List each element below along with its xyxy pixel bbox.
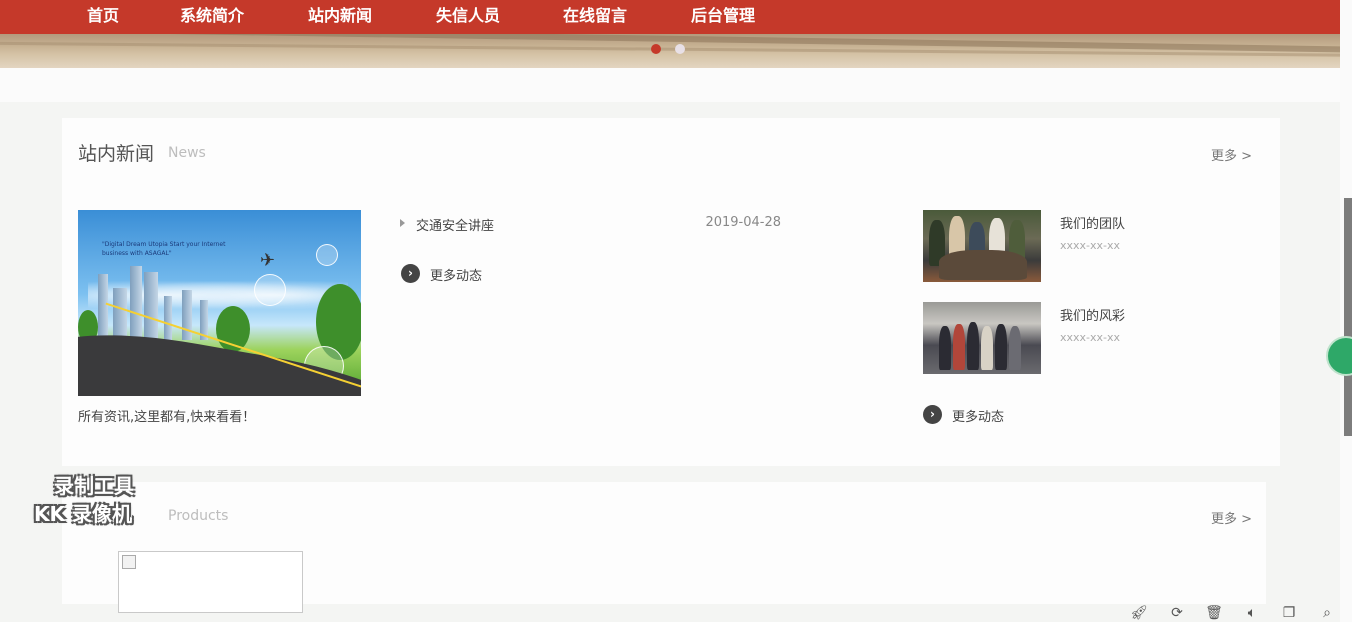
news-list-item[interactable]: 交通安全讲座 2019-04-28 — [400, 214, 781, 234]
page-spacer — [0, 68, 1340, 102]
photo-news-title-1[interactable]: 我们的团队 — [1060, 213, 1125, 232]
news-more-link[interactable]: 更多 > — [1211, 145, 1252, 164]
nav-item-admin[interactable]: 后台管理 — [691, 0, 755, 34]
photo-news-date-1: xxxx-xx-xx — [1060, 239, 1121, 252]
speaker-icon[interactable]: 🔈︎ — [1243, 604, 1261, 622]
top-nav-bar: 首页 系统简介 站内新闻 失信人员 在线留言 后台管理 — [0, 0, 1340, 34]
products-section-subtitle: Products — [168, 508, 229, 524]
nav-item-home[interactable]: 首页 — [87, 0, 119, 34]
bubble-graphic — [254, 274, 286, 306]
search-icon[interactable]: ⌕ — [1318, 604, 1336, 622]
recorder-watermark: 录制工具 KK 录像机 — [34, 472, 134, 528]
refresh-icon[interactable]: ⟳ — [1168, 604, 1186, 622]
building-graphic — [182, 290, 192, 340]
building-graphic — [113, 288, 127, 340]
building-graphic — [144, 272, 158, 340]
news-section-subtitle: News — [168, 145, 206, 161]
trash-icon[interactable]: 🗑︎ — [1205, 604, 1223, 622]
news-feature-caption: 所有资讯,这里都有,快来看看！ — [78, 410, 256, 425]
news-feature-image[interactable]: "Digital Dream Utopia Start your Interne… — [78, 210, 361, 396]
building-graphic — [164, 296, 172, 340]
nav-item-dishonest-persons[interactable]: 失信人员 — [436, 0, 500, 34]
person-graphic — [1009, 326, 1021, 370]
person-graphic — [995, 324, 1007, 370]
airplane-icon: ✈ — [260, 250, 276, 271]
products-more-link[interactable]: 更多 > — [1211, 508, 1252, 527]
bubble-graphic — [316, 244, 338, 266]
slider-dot-active[interactable] — [651, 44, 661, 54]
building-graphic — [130, 266, 142, 340]
product-image-broken[interactable] — [118, 551, 303, 613]
clouds-graphic — [88, 280, 348, 310]
nav-item-site-news[interactable]: 站内新闻 — [308, 0, 372, 34]
circle-arrow-right-icon: › — [923, 405, 942, 424]
person-graphic — [967, 322, 979, 370]
news-item-date: 2019-04-28 — [705, 215, 781, 230]
person-graphic — [953, 324, 965, 370]
window-icon[interactable]: ❐ — [1280, 604, 1298, 622]
photo-news-date-2: xxxx-xx-xx — [1060, 331, 1121, 344]
bottom-toolbar: 🚀︎ ⟳ 🗑︎ 🔈︎ ❐ ⌕ — [1120, 604, 1352, 622]
person-graphic — [981, 326, 993, 370]
group-photo-thumbnail[interactable] — [923, 302, 1041, 374]
rocket-icon[interactable]: 🚀︎ — [1130, 604, 1148, 622]
nav-item-online-message[interactable]: 在线留言 — [563, 0, 627, 34]
floating-chat-button[interactable] — [1326, 336, 1352, 376]
news-section-title: 站内新闻 — [78, 143, 155, 165]
building-graphic — [98, 274, 108, 340]
watermark-line-2: KK 录像机 — [34, 502, 132, 526]
watermark-line-1: 录制工具 — [54, 474, 134, 498]
photo-more-dynamic-label: 更多动态 — [952, 410, 1005, 425]
banner-slider — [0, 34, 1340, 68]
news-item-title[interactable]: 交通安全讲座 — [416, 215, 494, 234]
slider-dot[interactable] — [675, 44, 685, 54]
circle-arrow-right-icon: › — [401, 264, 420, 283]
news-more-dynamic-label: 更多动态 — [430, 269, 483, 284]
photo-news-title-2[interactable]: 我们的风彩 — [1060, 305, 1125, 324]
nav-item-system-intro[interactable]: 系统简介 — [180, 0, 244, 34]
scrollbar-thumb[interactable] — [1344, 198, 1352, 436]
person-graphic — [939, 326, 951, 370]
triangle-bullet-icon — [400, 219, 405, 227]
person-graphic — [939, 250, 1027, 280]
feature-image-slogan: "Digital Dream Utopia Start your Interne… — [102, 241, 226, 257]
broken-image-icon — [122, 555, 136, 569]
team-photo-thumbnail[interactable] — [923, 210, 1041, 282]
